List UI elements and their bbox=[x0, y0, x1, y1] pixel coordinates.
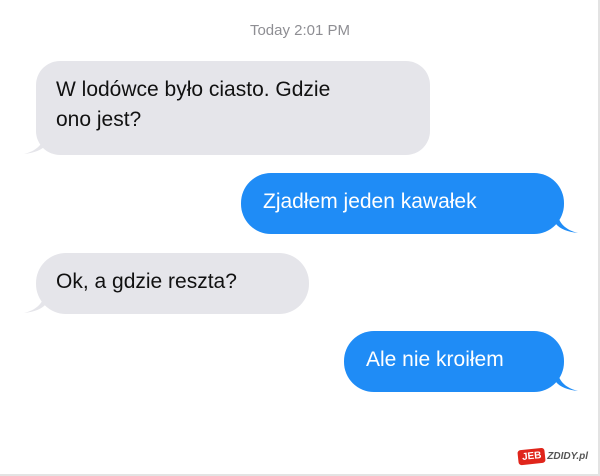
bubble-tail-icon bbox=[24, 137, 46, 154]
message-text-line: Ok, a gdzie reszta? bbox=[56, 270, 237, 293]
received-message-bubble[interactable]: Ok, a gdzie reszta? bbox=[36, 253, 309, 314]
bubble-tail-icon bbox=[24, 296, 46, 313]
bubble-tail-icon bbox=[556, 216, 578, 233]
watermark-text: ZDIDY.pl bbox=[547, 451, 588, 462]
bubble-tail-icon bbox=[556, 374, 578, 391]
message-text-line: W lodówce było ciasto. Gdzie bbox=[56, 78, 331, 101]
message-text-line: ono jest? bbox=[56, 108, 142, 131]
received-message-bubble[interactable]: W lodówce było ciasto. Gdzie ono jest? bbox=[36, 61, 430, 155]
message-timestamp: Today 2:01 PM bbox=[249, 22, 351, 39]
message-text-line: Zjadłem jeden kawałek bbox=[263, 190, 477, 213]
sent-message-bubble[interactable]: Ale nie kroiłem bbox=[344, 331, 564, 392]
message-text-line: Ale nie kroiłem bbox=[366, 348, 504, 371]
watermark-badge: JEB bbox=[517, 447, 546, 466]
sent-message-bubble[interactable]: Zjadłem jeden kawałek bbox=[241, 173, 564, 234]
site-watermark-logo: JEB ZDIDY.pl bbox=[517, 447, 588, 466]
